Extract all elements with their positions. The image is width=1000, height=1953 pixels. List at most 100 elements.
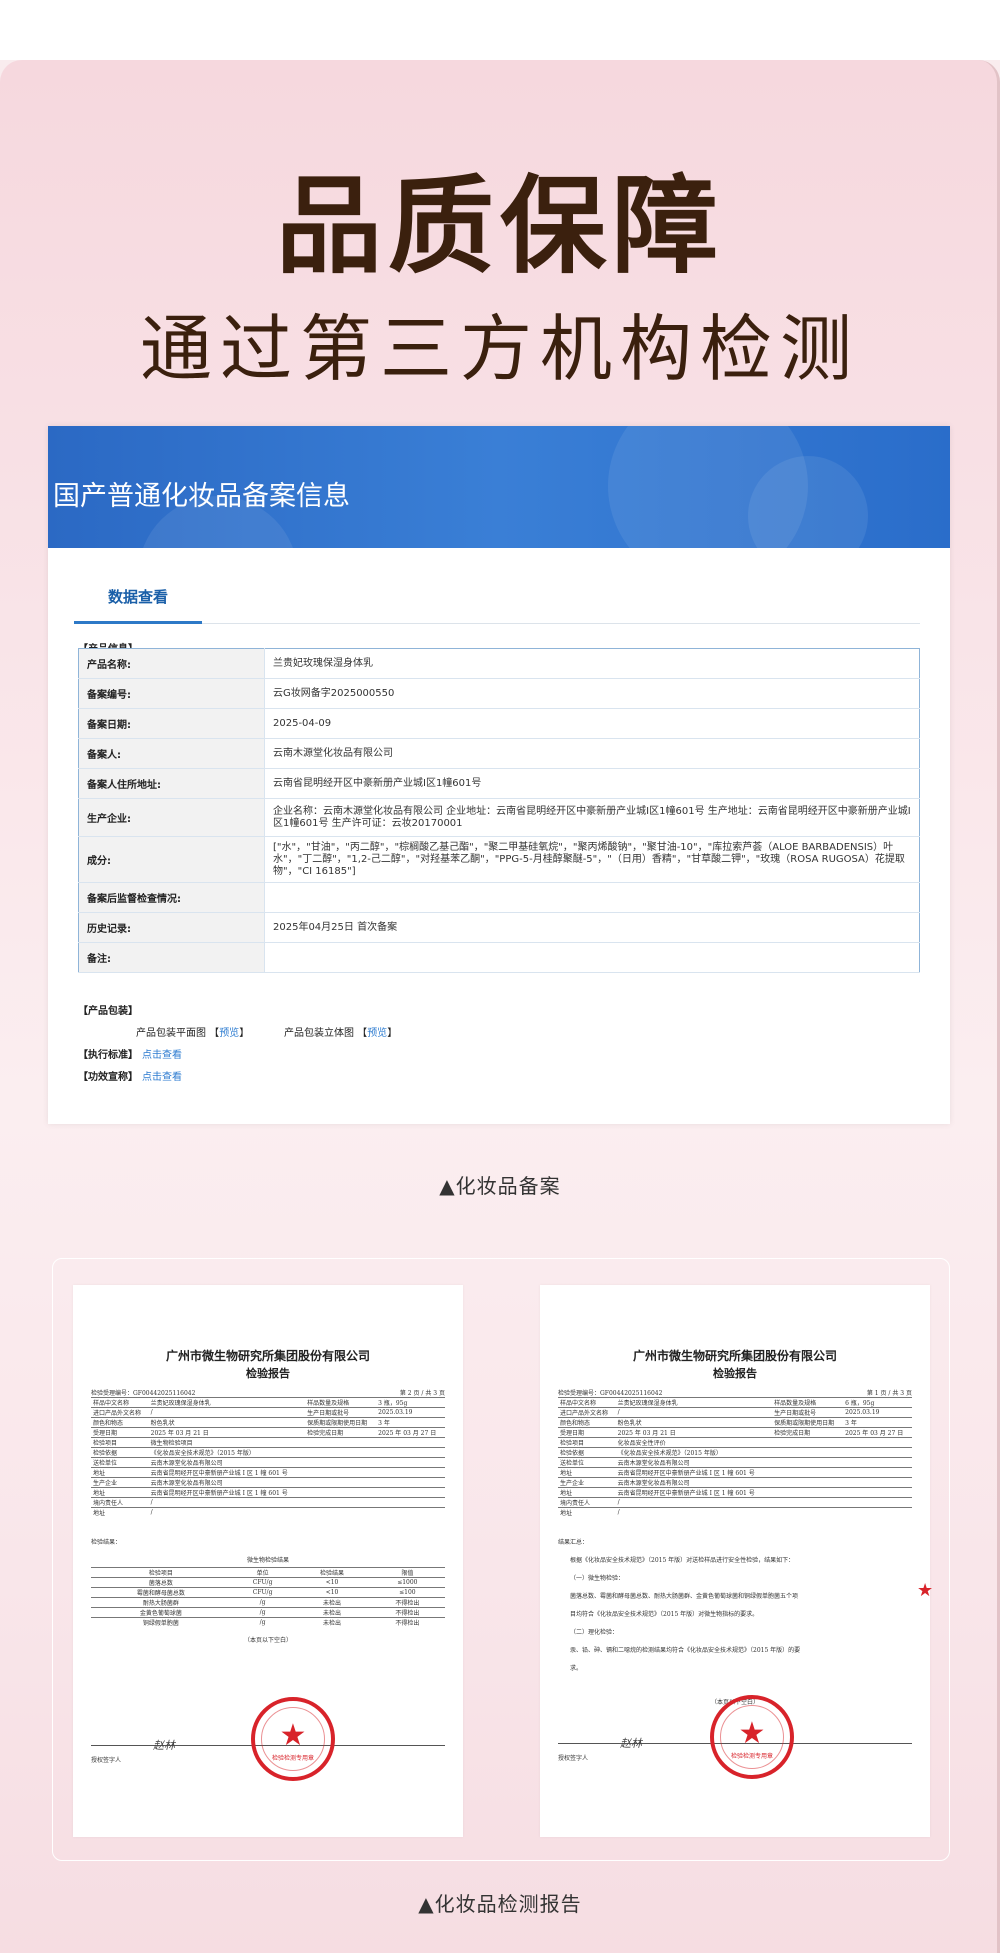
product-info-table: 产品名称: 兰贵妃玫瑰保湿身体乳 备案编号: 云G妆网备字2025000550 备案日期…: [78, 648, 920, 973]
report-cell: 粉色乳状: [615, 1417, 773, 1428]
report-cell: 地址: [91, 1507, 149, 1518]
report-cell: [376, 1457, 445, 1468]
info-row: 备案人: 云南木源堂化妆品有限公司: [78, 738, 920, 769]
info-value: 云南木源堂化妆品有限公司: [264, 738, 920, 769]
micro-cell: <10: [294, 1587, 370, 1598]
summary-line: 目均符合《化妆品安全技术规范》（2015 年版）对微生物指标的要求。: [570, 1611, 759, 1618]
report-row: 生产企业 云南木源堂化妆品有限公司: [91, 1477, 445, 1488]
report-cell: 地址: [558, 1487, 616, 1498]
report-number: 检验受理编号：GF00442025116042: [558, 1390, 663, 1397]
report-cell: /: [615, 1497, 773, 1508]
info-row: 产品名称: 兰贵妃玫瑰保湿身体乳: [78, 648, 920, 679]
report-cell: 2025.03.19: [376, 1407, 445, 1418]
report-cell: 云南木源堂化妆品有限公司: [148, 1477, 306, 1488]
micro-head-cell: 限值: [369, 1567, 445, 1578]
report-title: 检验报告: [246, 1367, 290, 1380]
micro-cell: 未检出: [294, 1617, 370, 1628]
report-cell: 云南木源堂化妆品有限公司: [615, 1477, 773, 1488]
report-cell: 颜色和物态: [558, 1417, 616, 1428]
micro-head-cell: 检验结果: [294, 1567, 370, 1578]
seal-star-icon: ★: [738, 1716, 766, 1751]
report-row: 颜色和物态 粉色乳状 保质期或限期使用日期 3 年: [91, 1417, 445, 1428]
standard-view-link[interactable]: 点击查看: [142, 1050, 182, 1061]
report-cell: [843, 1487, 912, 1498]
report-cell: 境内责任人: [558, 1497, 616, 1508]
report-cell: /: [615, 1507, 773, 1518]
report-row: 颜色和物态 粉色乳状 保质期或限期使用日期 3 年: [558, 1417, 912, 1428]
micro-cell: 金黄色葡萄球菌: [91, 1607, 231, 1618]
info-value: 2025-04-09: [264, 708, 920, 739]
report-cell: 检验完成日期: [305, 1427, 377, 1438]
report-cell: 检验完成日期: [772, 1427, 844, 1438]
report-cell: 2025 年 03 月 27 日: [376, 1427, 445, 1438]
report-cell: [772, 1477, 844, 1488]
report-cell: [305, 1477, 377, 1488]
signer-label: 授权签字人: [91, 1757, 122, 1764]
report-row: 送检单位 云南木源堂化妆品有限公司: [91, 1457, 445, 1468]
report-cell: 样品数量及规格: [305, 1397, 377, 1408]
micro-cell: /g: [230, 1617, 295, 1628]
report-row: 检验依据 《化妆品安全技术规范》（2015 年版）: [558, 1447, 912, 1458]
seal-text: 检验检测专用章: [730, 1753, 773, 1760]
report-cell: 兰贵妃玫瑰保湿身体乳: [148, 1397, 306, 1408]
report-cell: /: [148, 1407, 306, 1418]
pack-flat-preview-link[interactable]: 预览: [219, 1028, 239, 1039]
micro-row: 铜绿假单胞菌/g 未检出 不得检出: [91, 1617, 445, 1628]
report-cell: 保质期或限期使用日期: [772, 1417, 844, 1428]
report-cell: 样品中文名称: [91, 1397, 149, 1408]
report-cell: 生产日期或批号: [305, 1407, 377, 1418]
info-row: 备案人住所地址: 云南省昆明经开区中豪新册产业城I区1幢601号: [78, 768, 920, 799]
micro-cell: 不得检出: [369, 1597, 445, 1608]
report-org: 广州市微生物研究所集团股份有限公司: [632, 1349, 837, 1363]
pack-flat-row: 产品包装平面图 【预览】: [136, 1028, 250, 1039]
tab-bar: 数据查看: [74, 570, 920, 624]
report-info-table: 样品中文名称 兰贵妃玫瑰保湿身体乳 样品数量及规格 6 瓶，95g 进口产品外文名称 / 生…: [558, 1397, 912, 1518]
report-cell: [772, 1457, 844, 1468]
report-cell: [376, 1487, 445, 1498]
report-row: 进口产品外文名称 / 生产日期或批号 2025.03.19: [91, 1407, 445, 1418]
pack-flat-label: 产品包装平面图: [136, 1028, 206, 1039]
report-number: 检验受理编号：GF00442025116042: [91, 1390, 196, 1397]
report-info-table: 样品中文名称 兰贵妃玫瑰保湿身体乳 样品数量及规格 3 瓶，95g 进口产品外文名称 / 生…: [91, 1397, 445, 1518]
micro-cell: <10: [294, 1577, 370, 1588]
registration-banner: 国产普通化妆品备案信息: [48, 426, 950, 548]
report-cell: [772, 1447, 844, 1458]
report-cell: [376, 1467, 445, 1478]
pack-3d-preview-link[interactable]: 预览: [367, 1028, 387, 1039]
report-cell: 生产企业: [558, 1477, 616, 1488]
info-value: 云G妆网备字2025000550: [264, 678, 920, 709]
report-cell: 保质期或限期使用日期: [305, 1417, 377, 1428]
report-cell: 《化妆品安全技术规范》（2015 年版）: [148, 1447, 306, 1458]
report-cell: [376, 1477, 445, 1488]
report-cell: 《化妆品安全技术规范》（2015 年版）: [615, 1447, 773, 1458]
micro-cell: /g: [230, 1597, 295, 1608]
caption-registration: ▲化妆品备案: [439, 1174, 561, 1198]
seal-star-icon: ★: [279, 1718, 307, 1753]
report-cell: 云南木源堂化妆品有限公司: [615, 1457, 773, 1468]
efficacy-view-link[interactable]: 点击查看: [142, 1072, 182, 1083]
report-cell: /: [615, 1407, 773, 1418]
info-value: ["水"，"甘油"，"丙二醇"，"棕榈酸乙基己酯"，"聚二甲基硅氧烷"，"聚丙烯…: [264, 836, 920, 883]
tab-data-view[interactable]: 数据查看: [74, 570, 202, 624]
registration-panel: 国产普通化妆品备案信息 数据查看 【产品信息】 产品名称:兰贵妃玫瑰保湿身体乳备…: [48, 426, 950, 1124]
result-label: 检验结果：: [91, 1539, 122, 1546]
report-row: 境内责任人 /: [558, 1497, 912, 1508]
info-key: 备注:: [78, 942, 265, 973]
report-cell: 粉色乳状: [148, 1417, 306, 1428]
report-cell: 云南木源堂化妆品有限公司: [148, 1457, 306, 1468]
report-panel: 广州市微生物研究所集团股份有限公司检验报告检验受理编号：GF0044202511…: [52, 1258, 950, 1861]
report-row: 地址 /: [91, 1507, 445, 1518]
micro-head-row: 检验项目 单位 检验结果 限值: [91, 1567, 445, 1578]
report-row: 地址 云南省昆明经开区中豪新册产业城 I 区 1 幢 601 号: [91, 1487, 445, 1498]
micro-table: 检验项目 单位 检验结果 限值 菌落总数 CFU/g <10 ≤1000 霉菌和酵母菌总数 CFU…: [91, 1567, 445, 1628]
report-cell: 2025 年 03 月 27 日: [843, 1427, 912, 1438]
info-key: 生产企业:: [78, 798, 265, 837]
report-row: 样品中文名称 兰贵妃玫瑰保湿身体乳 样品数量及规格 6 瓶，95g: [558, 1397, 912, 1408]
report-cell: 检验依据: [558, 1447, 616, 1458]
micro-cell: 耐热大肠菌群: [91, 1597, 231, 1608]
top-strip: [0, 0, 1000, 60]
report-cell: 颜色和物态: [91, 1417, 149, 1428]
micro-head-cell: 检验项目: [91, 1567, 231, 1578]
info-value: 云南省昆明经开区中豪新册产业城I区1幢601号: [264, 768, 920, 799]
test-report-page-2: 广州市微生物研究所集团股份有限公司 检验报告 检验受理编号：GF0044202511…: [73, 1285, 463, 1837]
